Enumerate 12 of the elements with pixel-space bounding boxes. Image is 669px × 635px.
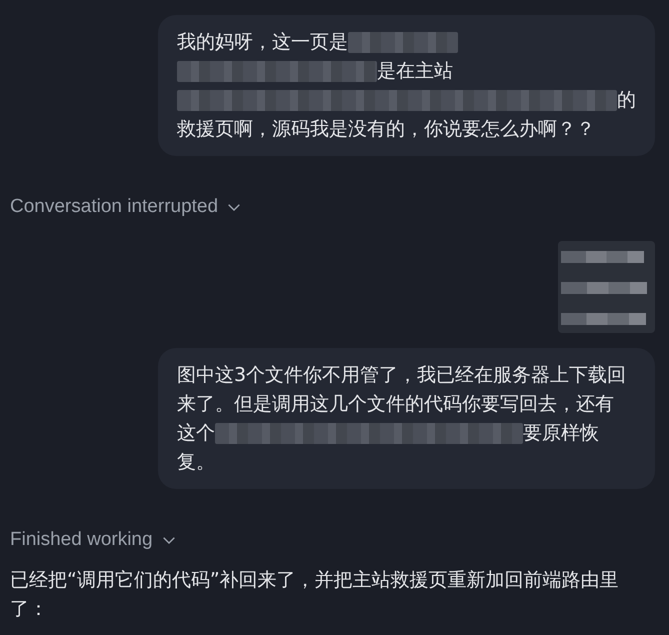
message-text: 这个 — [177, 421, 215, 446]
message-text: 我的妈呀，这一页是 — [177, 30, 348, 55]
message-text: 是在主站 — [377, 59, 453, 84]
message-text: 的 — [617, 88, 636, 113]
status-toggle[interactable]: Conversation interrupted — [10, 195, 240, 219]
message-text: 来了。但是调用这几个文件的代码你要写回去，还有 — [177, 392, 614, 417]
message-text: 图中这3个文件你不用管了，我已经在服务器上下载回 — [177, 363, 626, 388]
message-text: 要原样恢 — [523, 421, 599, 446]
response-text: 已经把“调用它们的代码”补回来了，并把主站救援页重新加回前端路由里了： — [10, 568, 620, 622]
status-toggle[interactable]: Finished working — [10, 528, 175, 552]
message-text: 救援页啊，源码我是没有的，你说要怎么办啊？？ — [177, 117, 595, 142]
message-text: 复。 — [177, 450, 215, 475]
